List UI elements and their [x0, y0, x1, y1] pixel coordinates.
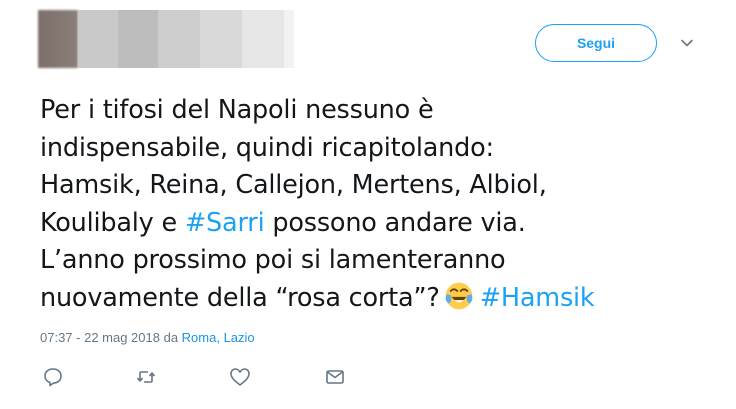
follow-button-label: Segui [576, 35, 616, 51]
tweet-text-segment: possono andare via. [264, 207, 526, 238]
blurred-user-handle[interactable] [200, 10, 242, 68]
reply-icon[interactable] [42, 366, 64, 388]
blurred-user-name[interactable] [158, 10, 200, 68]
follow-button[interactable]: Segui [535, 24, 657, 62]
heart-icon[interactable] [229, 366, 251, 388]
chevron-down-icon[interactable] [680, 36, 694, 50]
blurred-user-name[interactable] [78, 10, 118, 68]
blurred-avatar[interactable] [38, 10, 78, 68]
blurred-user-handle[interactable] [284, 10, 294, 68]
retweet-icon[interactable] [135, 366, 157, 388]
tweet-meta: 07:37 - 22 mag 2018 da Roma, Lazio [40, 330, 255, 345]
direct-message-icon[interactable] [324, 366, 346, 388]
tweet-header: Segui [0, 0, 736, 80]
tweet-timestamp[interactable]: 07:37 - 22 mag 2018 da [40, 330, 182, 345]
tweet-location-link[interactable]: Roma, Lazio [182, 330, 255, 345]
tweet-line: Per i tifosi del Napoli nessuno è [40, 95, 434, 125]
blurred-user-name[interactable] [118, 10, 158, 68]
tweet-line: indispensabile, quindi ricapitolando: [40, 132, 494, 163]
hashtag-link-sarri[interactable]: #Sarri [185, 208, 265, 238]
tweet-text-segment: Koulibaly e [40, 207, 185, 238]
tweet-line: nuovamente della “rosa corta”? #Hamsik [40, 280, 720, 318]
tweet-line: Koulibaly e #Sarri possono andare via. [40, 205, 720, 243]
tweet-line: L’anno prossimo poi si lamenteranno [40, 245, 506, 275]
hashtag-link-hamsik[interactable]: #Hamsik [480, 283, 595, 313]
face-with-tears-of-joy-icon [445, 282, 473, 309]
tweet-text-segment: nuovamente della “rosa corta”? [40, 282, 440, 313]
blurred-user-handle[interactable] [242, 10, 284, 68]
tweet-body: Per i tifosi del Napoli nessuno è indisp… [40, 92, 720, 317]
tweet-line: Hamsik, Reina, Callejon, Mertens, Albiol… [40, 170, 547, 200]
tweet-actions [0, 366, 736, 394]
